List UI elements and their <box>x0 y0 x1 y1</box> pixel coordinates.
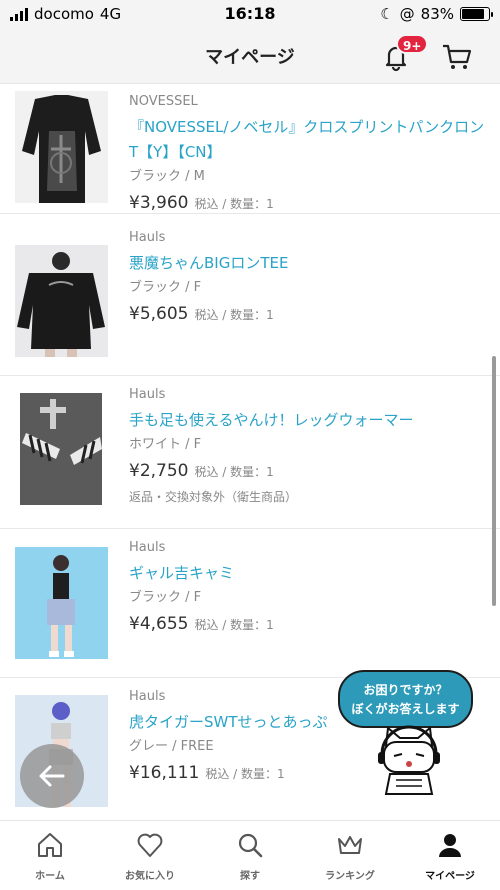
product-price: ¥3,960 <box>129 193 189 213</box>
tax-quantity: 税込 / 数量：1 <box>194 465 274 479</box>
home-icon <box>38 833 62 857</box>
help-line-2: ぼくがお答えします <box>351 702 460 716</box>
product-price: ¥16,111 <box>129 763 200 783</box>
status-right: ☾ @ 83% <box>380 5 493 23</box>
tab-label-mypage: マイページ <box>425 871 475 882</box>
product-variant: ブラック / F <box>129 590 202 605</box>
product-image <box>15 91 108 203</box>
product-variant: ブラック / F <box>129 280 202 295</box>
arrow-left-icon <box>39 765 65 787</box>
product-price: ¥2,750 <box>129 461 189 481</box>
orientation-lock-icon: @ <box>399 5 415 23</box>
tax-quantity: 税込 / 数量：1 <box>194 308 274 322</box>
tab-label-ranking: ランキング <box>325 871 375 882</box>
product-image <box>15 245 108 357</box>
help-chat-widget[interactable]: お困りですか？ ぼくがお答えします <box>338 670 473 796</box>
list-item[interactable]: Hauls 手も足も使えるやんけ！レッグウォーマー ホワイト / F ¥2,75… <box>0 376 500 529</box>
brand-name: Hauls <box>129 387 166 402</box>
product-name-link[interactable]: 悪魔ちゃんBIGロンTEE <box>129 251 485 276</box>
brand-name: Hauls <box>129 540 166 555</box>
heart-icon <box>137 833 163 857</box>
bottom-tab-bar: ホーム お気に入り 探す ランキング マイページ <box>0 820 500 890</box>
tab-mypage[interactable]: マイページ <box>400 831 500 882</box>
tab-label-search: 探す <box>240 871 260 882</box>
crown-icon <box>338 836 362 854</box>
battery-icon <box>460 7 493 21</box>
help-speech-bubble[interactable]: お困りですか？ ぼくがお答えします <box>338 670 473 728</box>
battery-percent: 83% <box>420 5 454 23</box>
scrollbar[interactable] <box>492 356 496 606</box>
cart-icon[interactable] <box>441 42 473 72</box>
brand-name: Hauls <box>129 230 166 245</box>
notification-badge: 9+ <box>396 34 429 54</box>
cat-mascot-icon[interactable] <box>378 724 440 796</box>
brand-name: NOVESSEL <box>129 94 198 109</box>
moon-icon: ☾ <box>380 5 394 23</box>
tab-favorites[interactable]: お気に入り <box>100 831 200 882</box>
product-thumbnail[interactable] <box>20 393 102 505</box>
tab-home[interactable]: ホーム <box>0 831 100 882</box>
product-thumbnail[interactable] <box>15 245 108 357</box>
tab-search[interactable]: 探す <box>200 831 300 882</box>
product-variant: ホワイト / F <box>129 437 202 452</box>
product-variant: ブラック / M <box>129 169 205 184</box>
product-image <box>20 393 102 505</box>
back-button[interactable] <box>20 744 84 808</box>
tab-ranking[interactable]: ランキング <box>300 831 400 882</box>
product-name-link[interactable]: 手も足も使えるやんけ！レッグウォーマー <box>129 408 485 433</box>
list-item[interactable]: Hauls 悪魔ちゃんBIGロンTEE ブラック / F ¥5,605 税込 / … <box>0 214 500 376</box>
product-thumbnail[interactable] <box>15 547 108 659</box>
app-header: マイページ 9+ <box>0 28 500 84</box>
tab-label-home: ホーム <box>35 871 65 882</box>
list-item[interactable]: Hauls ギャル吉キャミ ブラック / F ¥4,655 税込 / 数量：1 <box>0 529 500 678</box>
user-icon <box>439 834 461 857</box>
status-bar: docomo 4G 16:18 ☾ @ 83% <box>0 0 500 28</box>
tax-quantity: 税込 / 数量：1 <box>205 767 285 781</box>
product-image <box>15 547 108 659</box>
tab-label-favorites: お気に入り <box>125 871 175 882</box>
return-policy-note: 返品・交換対象外（衛生商品） <box>129 490 298 504</box>
product-thumbnail[interactable] <box>15 91 108 203</box>
product-name-link[interactable]: ギャル吉キャミ <box>129 561 485 586</box>
search-icon <box>238 833 263 858</box>
product-price: ¥4,655 <box>129 614 189 634</box>
tax-quantity: 税込 / 数量：1 <box>194 197 274 211</box>
product-price: ¥5,605 <box>129 304 189 324</box>
help-line-1: お困りですか？ <box>363 683 448 697</box>
product-name-link[interactable]: 『NOVESSEL/ノベセル』クロスプリントパンクロンT【Y】【CN】 <box>129 115 485 165</box>
tax-quantity: 税込 / 数量：1 <box>194 618 274 632</box>
list-item[interactable]: NOVESSEL 『NOVESSEL/ノベセル』クロスプリントパンクロンT【Y】… <box>0 85 500 214</box>
